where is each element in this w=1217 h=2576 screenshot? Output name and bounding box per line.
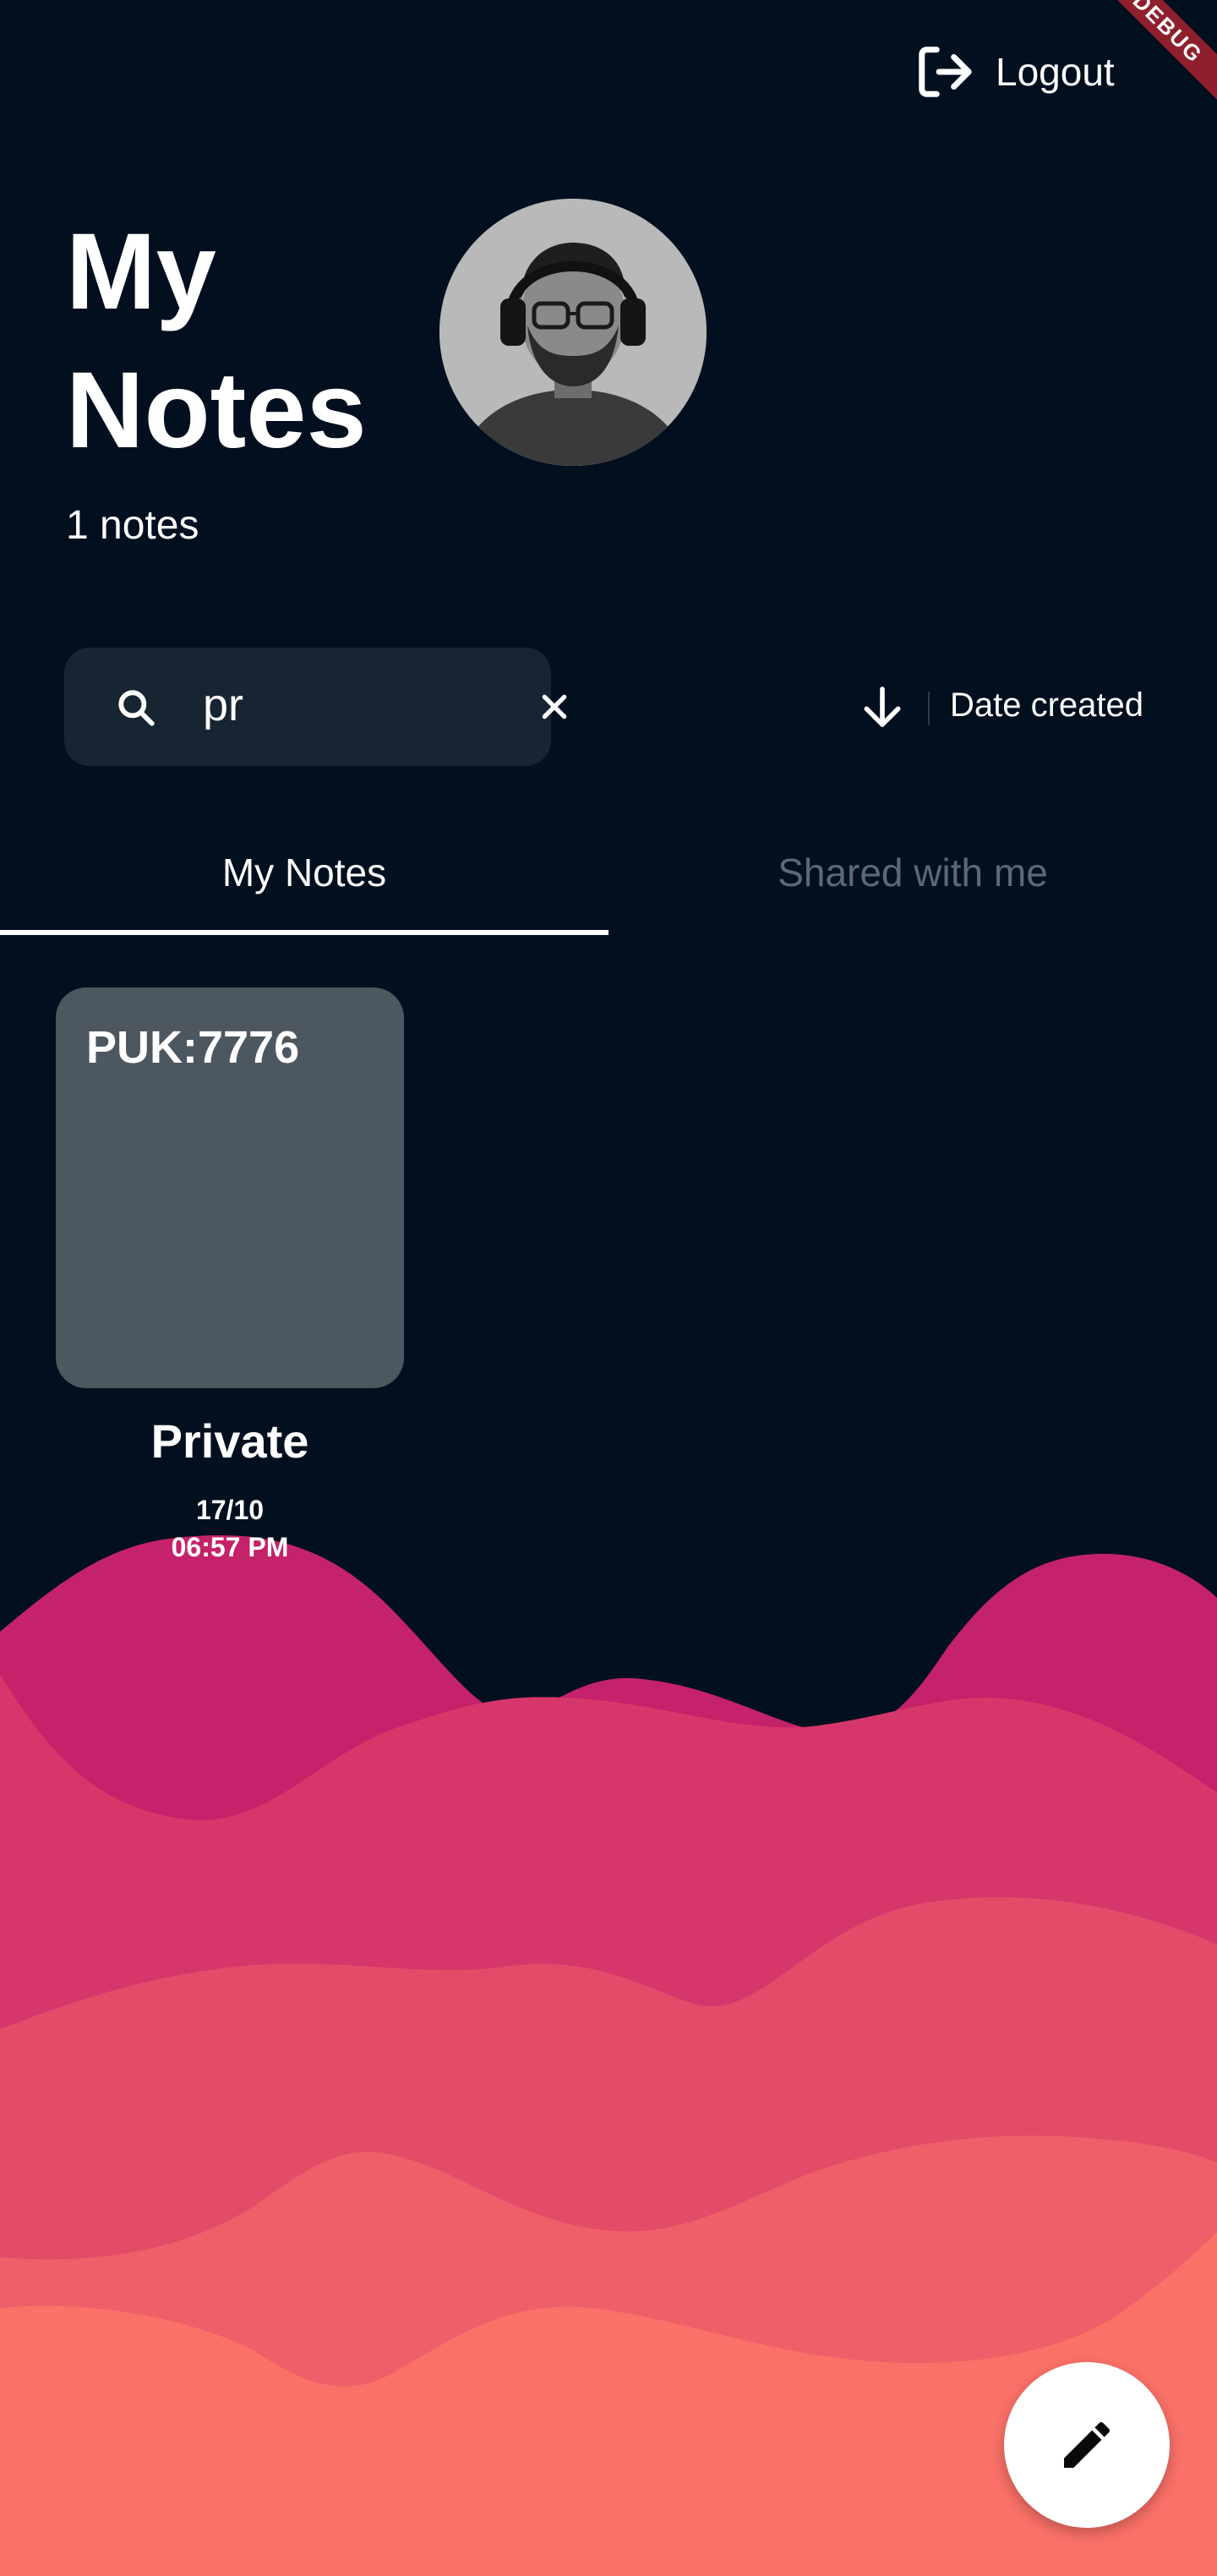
search-box[interactable]: [64, 648, 567, 766]
note-date-day: 17/10: [195, 1495, 265, 1525]
page-title: My Notes: [66, 211, 367, 471]
new-note-button[interactable]: [1004, 2362, 1170, 2528]
logout-label: Logout: [996, 50, 1115, 94]
logout-icon: [919, 46, 972, 97]
tab-my-notes[interactable]: My Notes: [0, 837, 608, 937]
debug-banner: DEBUG: [1099, 0, 1217, 118]
note-title: PUK:7776: [86, 1022, 300, 1073]
search-icon: [118, 690, 155, 726]
search-input[interactable]: [203, 671, 507, 739]
debug-ribbon: DEBUG: [1099, 0, 1217, 112]
note-visibility: Private: [150, 1414, 309, 1468]
logout-button[interactable]: Logout: [914, 42, 1115, 101]
avatar-photo: [439, 199, 707, 466]
note-date: 17/10 06:57 PM: [56, 1491, 404, 1566]
arrow-down-icon[interactable]: [859, 681, 906, 732]
tab-shared-with-me[interactable]: Shared with me: [608, 837, 1217, 937]
note-count: 1 notes: [66, 503, 199, 548]
tab-indicator: [0, 930, 608, 935]
sort-label[interactable]: Date created: [950, 686, 1143, 725]
note-date-time: 06:57 PM: [171, 1532, 289, 1562]
note-card[interactable]: PUK:7776: [56, 987, 404, 1388]
close-icon[interactable]: [538, 690, 571, 724]
avatar[interactable]: [439, 199, 707, 466]
edit-pencil-icon: [1064, 2421, 1111, 2468]
sort-divider: [928, 692, 930, 725]
